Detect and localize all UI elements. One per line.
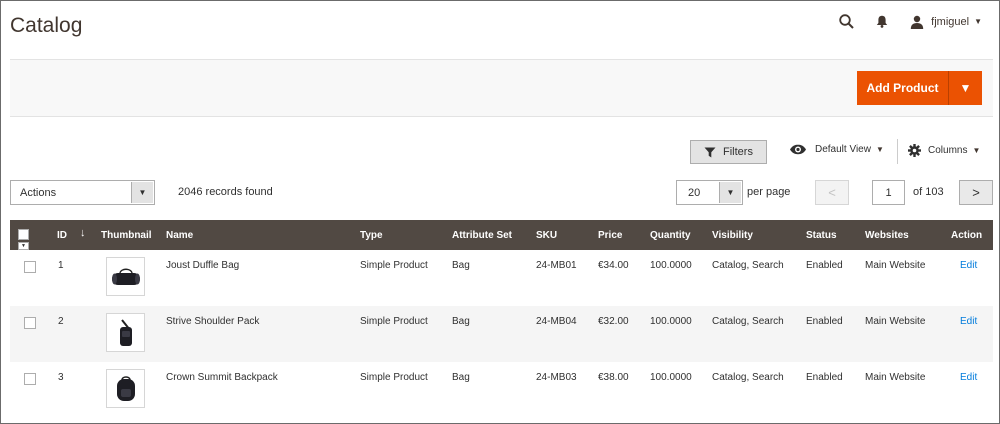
select-all-checkbox[interactable] — [18, 229, 29, 240]
column-header-name[interactable]: Name — [166, 230, 193, 241]
column-header-thumbnail: Thumbnail — [101, 230, 152, 241]
cell-name: Crown Summit Backpack — [166, 372, 278, 383]
filters-label: Filters — [723, 146, 753, 158]
column-header-attribute-set[interactable]: Attribute Set — [452, 230, 512, 241]
records-count: 2046 records found — [178, 186, 273, 198]
user-name: fjmiguel — [931, 15, 970, 28]
mass-actions-select[interactable]: Actions ▼ — [10, 180, 155, 205]
cell-name: Joust Duffle Bag — [166, 260, 240, 271]
column-header-type[interactable]: Type — [360, 230, 383, 241]
cell-attribute-set: Bag — [452, 260, 470, 271]
cell-sku: 24-MB03 — [536, 372, 577, 383]
column-header-quantity[interactable]: Quantity — [650, 230, 691, 241]
divider — [897, 139, 898, 164]
per-page-value: 20 — [688, 186, 701, 199]
eye-icon — [790, 144, 806, 155]
cell-attribute-set: Bag — [452, 316, 470, 327]
cell-id: 2 — [58, 316, 64, 327]
product-grid: ▼ ID ↓ Thumbnail Name Type Attribute Set… — [10, 220, 993, 418]
cell-type: Simple Product — [360, 316, 428, 327]
view-selector[interactable]: Default View ▼ — [789, 144, 884, 155]
add-product-dropdown-toggle[interactable]: ▼ — [949, 71, 982, 105]
cell-visibility: Catalog, Search — [712, 260, 784, 271]
chevron-down-icon: ▼ — [875, 145, 884, 154]
next-page-button[interactable]: > — [959, 180, 993, 205]
cell-quantity: 100.0000 — [650, 260, 692, 271]
row-checkbox[interactable] — [24, 261, 36, 273]
actions-label: Actions — [20, 186, 57, 199]
cell-sku: 24-MB01 — [536, 260, 577, 271]
cell-visibility: Catalog, Search — [712, 372, 784, 383]
cell-quantity: 100.0000 — [650, 316, 692, 327]
edit-link[interactable]: Edit — [960, 372, 977, 383]
chevron-left-icon: < — [828, 185, 836, 200]
cell-type: Simple Product — [360, 372, 428, 383]
column-header-visibility[interactable]: Visibility — [712, 230, 753, 241]
cell-websites: Main Website — [865, 260, 926, 271]
column-header-id[interactable]: ID — [57, 230, 67, 241]
chevron-right-icon: > — [972, 185, 980, 200]
columns-selector[interactable]: Columns ▼ — [908, 144, 980, 157]
user-menu[interactable]: fjmiguel ▼ — [910, 15, 982, 29]
cell-price: €32.00 — [598, 316, 629, 327]
column-header-websites[interactable]: Websites — [865, 230, 909, 241]
chevron-down-icon: ▼ — [959, 81, 972, 95]
cell-attribute-set: Bag — [452, 372, 470, 383]
cell-status: Enabled — [806, 260, 843, 271]
column-header-price[interactable]: Price — [598, 230, 622, 241]
cell-price: €38.00 — [598, 372, 629, 383]
cell-websites: Main Website — [865, 372, 926, 383]
table-row: 2 Strive Shoulder Pack Simple Product Ba… — [10, 306, 993, 362]
cell-sku: 24-MB04 — [536, 316, 577, 327]
chevron-down-icon: ▼ — [972, 146, 981, 155]
add-product-split-button: Add Product ▼ — [857, 71, 982, 105]
table-row: 1 Joust Duffle Bag Simple Product Bag 24… — [10, 250, 993, 306]
current-page-input[interactable] — [872, 180, 905, 205]
search-icon[interactable] — [839, 14, 854, 29]
per-page-select[interactable]: 20 ▼ — [676, 180, 743, 205]
duffle-bag-image[interactable] — [106, 257, 145, 296]
chevron-down-icon: ▼ — [974, 17, 982, 26]
edit-link[interactable]: Edit — [960, 316, 977, 327]
column-header-action: Action — [951, 230, 983, 241]
user-icon — [910, 15, 924, 29]
cell-price: €34.00 — [598, 260, 629, 271]
per-page-label: per page — [747, 186, 791, 198]
header-utilities: fjmiguel ▼ — [839, 14, 982, 29]
column-header-sku[interactable]: SKU — [536, 230, 557, 241]
mass-select-dropdown[interactable]: ▼ — [18, 242, 29, 250]
cell-status: Enabled — [806, 316, 843, 327]
row-checkbox[interactable] — [24, 373, 36, 385]
page-total: of 103 — [913, 186, 944, 198]
columns-label: Columns — [928, 145, 968, 156]
cell-visibility: Catalog, Search — [712, 316, 784, 327]
sort-arrow-icon: ↓ — [80, 227, 86, 239]
table-row: 3 Crown Summit Backpack Simple Product B… — [10, 362, 993, 418]
cell-type: Simple Product — [360, 260, 428, 271]
view-label: Default View — [815, 144, 871, 155]
edit-link[interactable]: Edit — [960, 260, 977, 271]
cell-id: 1 — [58, 260, 64, 271]
filter-icon — [704, 147, 716, 157]
add-product-button[interactable]: Add Product — [857, 71, 949, 105]
grid-header: ▼ ID ↓ Thumbnail Name Type Attribute Set… — [10, 220, 993, 250]
chevron-down-icon: ▼ — [719, 182, 741, 203]
backpack-image[interactable] — [106, 369, 145, 408]
cell-quantity: 100.0000 — [650, 372, 692, 383]
filters-button[interactable]: Filters — [690, 140, 767, 164]
shoulder-pack-image[interactable] — [106, 313, 145, 352]
bell-icon[interactable] — [876, 15, 888, 28]
cell-websites: Main Website — [865, 316, 926, 327]
previous-page-button[interactable]: < — [815, 180, 849, 205]
cell-status: Enabled — [806, 372, 843, 383]
gear-icon — [908, 144, 921, 157]
page-title: Catalog — [10, 14, 83, 37]
cell-name: Strive Shoulder Pack — [166, 316, 260, 327]
row-checkbox[interactable] — [24, 317, 36, 329]
column-header-status[interactable]: Status — [806, 230, 837, 241]
cell-id: 3 — [58, 372, 64, 383]
page-actions-bar: Add Product ▼ — [10, 59, 993, 117]
chevron-down-icon: ▼ — [131, 182, 153, 203]
